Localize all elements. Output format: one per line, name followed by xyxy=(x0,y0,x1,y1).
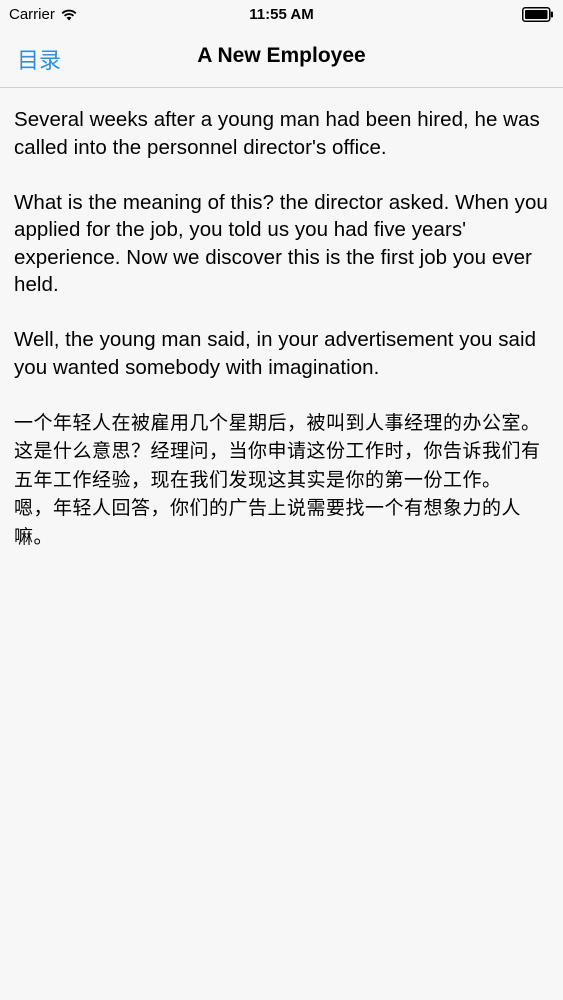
english-paragraph: What is the meaning of this? the directo… xyxy=(14,190,548,297)
chinese-line: 这是什么意思？经理问，当你申请这份工作时，你告诉我们有五年工作经验，现在我们发现… xyxy=(14,440,541,491)
chinese-translation: 一个年轻人在被雇用几个星期后，被叫到人事经理的办公室。 这是什么意思？经理问，当… xyxy=(14,409,554,551)
navigation-bar: 目录 A New Employee xyxy=(0,30,563,88)
status-bar: Carrier 11:55 AM xyxy=(0,0,563,30)
article-content: Several weeks after a young man had been… xyxy=(14,106,554,551)
status-time: 11:55 AM xyxy=(249,6,314,23)
english-paragraph: Several weeks after a young man had been… xyxy=(14,108,540,159)
battery-icon xyxy=(522,7,553,22)
chinese-line: 嗯，年轻人回答，你们的广告上说需要找一个有想象力的人嘛。 xyxy=(14,497,522,548)
chinese-line: 一个年轻人在被雇用几个星期后，被叫到人事经理的办公室。 xyxy=(14,412,541,434)
page-title: A New Employee xyxy=(197,44,366,67)
english-paragraph: Well, the young man said, in your advert… xyxy=(14,328,537,379)
